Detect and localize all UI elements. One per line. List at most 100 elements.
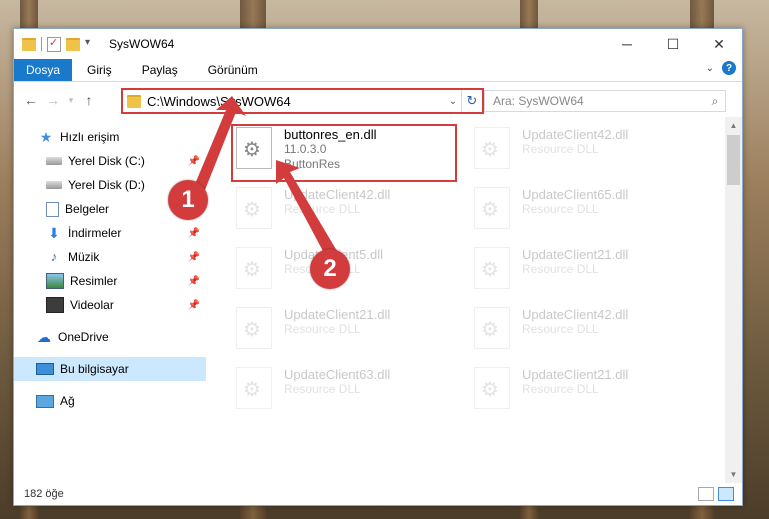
onedrive-icon: ☁: [37, 329, 51, 345]
file-item[interactable]: UpdateClient63.dllResource DLL: [236, 367, 390, 423]
title-bar: ▾ SysWOW64 ─ ☐ ✕: [14, 29, 742, 59]
sidebar-item-quick-access[interactable]: ★ Hızlı erişim: [14, 125, 206, 149]
document-icon: [46, 201, 59, 217]
star-icon: ★: [39, 129, 53, 145]
file-item[interactable]: UpdateClient21.dllResource DLL: [236, 307, 390, 363]
dll-file-icon: [236, 247, 272, 289]
window-title: SysWOW64: [109, 37, 175, 51]
tab-share[interactable]: Paylaş: [127, 59, 193, 81]
pin-icon: 📌: [187, 227, 200, 239]
file-item[interactable]: UpdateClient5.dllResource DLL: [236, 247, 383, 303]
address-dropdown-icon[interactable]: ⌄: [445, 96, 461, 107]
search-box[interactable]: Ara: SysWOW64 ⌕: [484, 90, 726, 112]
music-icon: ♪: [50, 249, 58, 264]
file-item[interactable]: UpdateClient42.dllResource DLL: [474, 307, 628, 363]
recent-locations-icon[interactable]: ▾: [64, 95, 78, 106]
pin-icon: 📌: [187, 155, 200, 167]
step-callout-2: 2: [310, 249, 350, 289]
up-button[interactable]: ↑: [78, 92, 100, 108]
file-item[interactable]: UpdateClient21.dllResource DLL: [474, 367, 628, 423]
refresh-button[interactable]: ↻: [461, 90, 482, 112]
file-description: Resource DLL: [522, 322, 599, 336]
file-description: Resource DLL: [522, 202, 599, 216]
dll-file-icon: [236, 367, 272, 409]
file-item[interactable]: UpdateClient21.dllResource DLL: [474, 247, 628, 303]
help-icon[interactable]: ?: [722, 61, 736, 75]
this-pc-icon: [36, 363, 54, 375]
tab-view[interactable]: Görünüm: [193, 59, 273, 81]
sidebar-item-pictures[interactable]: Resimler 📌: [14, 269, 206, 293]
file-list: buttonres_en.dll 11.0.3.0 ButtonRes Upda…: [206, 117, 742, 483]
sidebar-item-onedrive[interactable]: ☁ OneDrive: [14, 325, 206, 349]
expand-ribbon-icon[interactable]: ⌄: [706, 63, 714, 74]
customize-toolbar-icon[interactable]: ▾: [85, 37, 99, 51]
dll-file-icon: [474, 187, 510, 229]
separator: [41, 37, 42, 51]
sidebar-item-downloads[interactable]: ⬇ İndirmeler 📌: [14, 221, 206, 245]
file-item[interactable]: UpdateClient65.dllResource DLL: [474, 187, 628, 243]
file-name: UpdateClient21.dll: [522, 247, 629, 262]
scroll-up-icon[interactable]: ▲: [725, 117, 742, 134]
download-icon: ⬇: [48, 225, 60, 241]
sidebar-item-videos[interactable]: Videolar 📌: [14, 293, 206, 317]
search-icon[interactable]: ⌕: [705, 94, 725, 109]
scroll-down-icon[interactable]: ▼: [725, 466, 742, 483]
file-name: buttonres_en.dll: [284, 127, 377, 142]
file-description: Resource DLL: [522, 382, 599, 396]
dll-file-icon: [474, 307, 510, 349]
dll-file-icon: [236, 187, 272, 229]
file-name: UpdateClient21.dll: [284, 307, 391, 322]
address-bar[interactable]: C:\Windows\SysWOW64 ⌄ ↻: [121, 88, 484, 114]
tab-file[interactable]: Dosya: [14, 59, 73, 81]
file-name: UpdateClient42.dll: [284, 187, 391, 202]
quick-access-toolbar: ▾: [22, 36, 99, 52]
search-input[interactable]: Ara: SysWOW64: [493, 94, 705, 108]
disk-icon: [46, 181, 62, 189]
tab-home[interactable]: Giriş: [72, 59, 127, 81]
dll-file-icon: [236, 307, 272, 349]
minimize-button[interactable]: ─: [604, 29, 650, 59]
close-button[interactable]: ✕: [696, 29, 742, 59]
sidebar-item-music[interactable]: ♪ Müzik 📌: [14, 245, 206, 269]
sidebar-item-network[interactable]: Ağ: [14, 389, 206, 413]
file-description: Resource DLL: [284, 322, 361, 336]
file-name: UpdateClient65.dll: [522, 187, 629, 202]
forward-button[interactable]: →: [42, 92, 64, 108]
file-version: 11.0.3.0: [284, 142, 327, 156]
item-count: 182 öğe: [24, 488, 64, 500]
folder-icon: [127, 94, 141, 108]
file-item[interactable]: UpdateClient42.dllResource DLL: [236, 187, 390, 243]
new-folder-icon[interactable]: [66, 37, 80, 51]
pin-icon: 📌: [187, 251, 200, 263]
scroll-thumb[interactable]: [727, 135, 740, 185]
sidebar-item-local-disk-c[interactable]: Yerel Disk (C:) 📌: [14, 149, 206, 173]
pin-icon: 📌: [187, 275, 200, 287]
details-view-icon[interactable]: [698, 487, 714, 501]
dll-file-icon: [236, 127, 272, 169]
pin-icon: 📌: [187, 299, 200, 311]
status-bar: 182 öğe: [14, 483, 742, 505]
dll-file-icon: [474, 367, 510, 409]
file-item[interactable]: UpdateClient42.dllResource DLL: [474, 127, 628, 183]
explorer-window: ▾ SysWOW64 ─ ☐ ✕ Dosya Giriş Paylaş Görü…: [13, 28, 743, 506]
large-icons-view-icon[interactable]: [718, 487, 734, 501]
file-item[interactable]: buttonres_en.dll 11.0.3.0 ButtonRes: [236, 127, 377, 183]
file-description: ButtonRes: [284, 157, 341, 171]
file-name: UpdateClient42.dll: [522, 127, 629, 142]
navigation-pane: ★ Hızlı erişim Yerel Disk (C:) 📌 Yerel D…: [14, 117, 206, 483]
vertical-scrollbar[interactable]: ▲ ▼: [725, 117, 742, 483]
sidebar-item-this-pc[interactable]: Bu bilgisayar: [14, 357, 206, 381]
navigation-bar: ← → ▾ ↑ C:\Windows\SysWOW64 ⌄ ↻ Ara: Sys…: [14, 82, 742, 118]
file-name: UpdateClient63.dll: [284, 367, 391, 382]
file-description: Resource DLL: [284, 202, 361, 216]
properties-icon[interactable]: [47, 36, 61, 52]
address-path[interactable]: C:\Windows\SysWOW64: [147, 94, 445, 109]
back-button[interactable]: ←: [20, 92, 42, 108]
file-description: Resource DLL: [522, 142, 599, 156]
ribbon-tabs: Dosya Giriş Paylaş Görünüm ⌄ ?: [14, 59, 742, 82]
file-name: UpdateClient21.dll: [522, 367, 629, 382]
disk-icon: [46, 157, 62, 165]
file-description: Resource DLL: [522, 262, 599, 276]
maximize-button[interactable]: ☐: [650, 29, 696, 59]
folder-icon: [22, 37, 36, 51]
